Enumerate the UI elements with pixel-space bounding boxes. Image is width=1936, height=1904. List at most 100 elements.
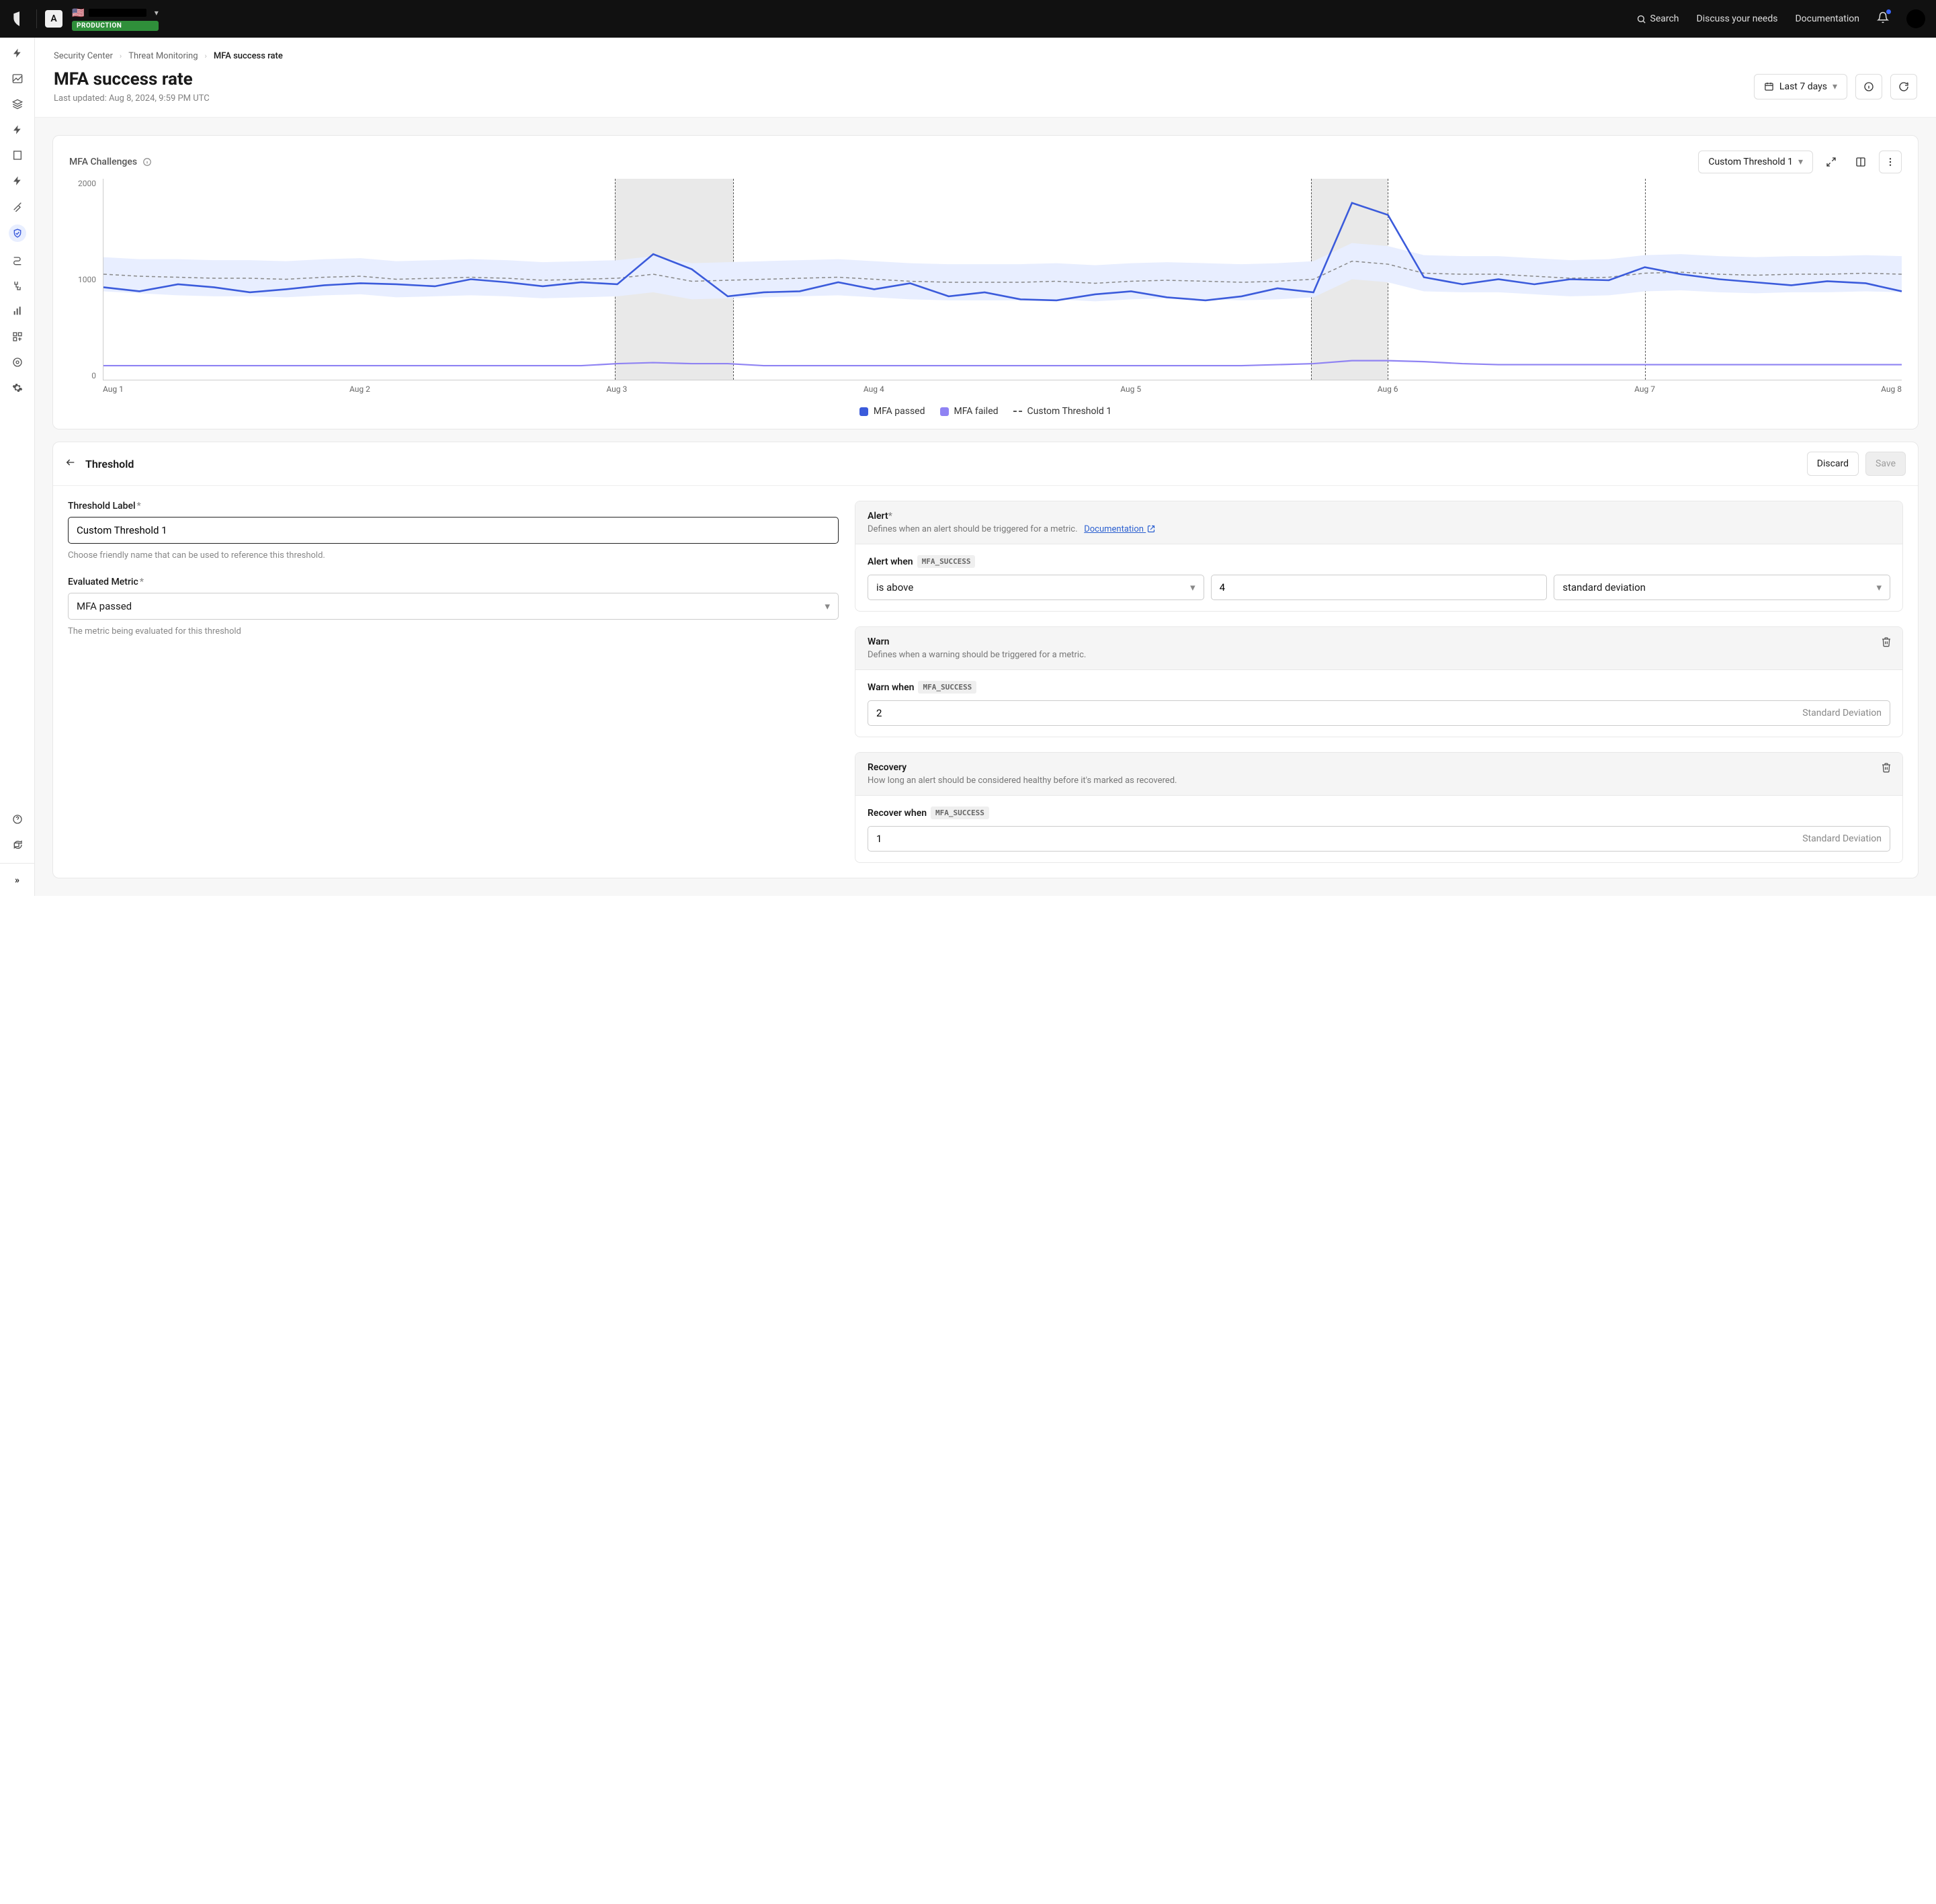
warn-when-label: Warn when [868,682,914,693]
nav-shield-icon[interactable] [9,224,26,242]
warn-value-input-wrap: Standard Deviation [868,700,1890,726]
alert-block-desc: Defines when an alert should be triggere… [868,524,1890,534]
recovery-block-desc: How long an alert should be considered h… [868,776,1890,786]
nav-lightning-icon[interactable] [10,46,25,60]
y-tick: 0 [69,371,96,380]
expand-button[interactable] [1820,151,1843,173]
discuss-link[interactable]: Discuss your needs [1697,13,1778,24]
tenant-name-redacted [89,9,146,17]
threshold-label-field-label: Threshold Label* [68,501,839,511]
env-badge: PRODUCTION [72,21,159,31]
y-tick: 1000 [69,275,96,284]
app-tile[interactable]: A [45,10,62,28]
threshold-select[interactable]: Custom Threshold 1 ▾ [1698,151,1813,173]
save-button: Save [1865,452,1906,476]
alert-block: Alert* Defines when an alert should be t… [855,501,1903,612]
breadcrumb-security-center[interactable]: Security Center [54,51,113,61]
refresh-button[interactable] [1890,74,1917,99]
chevron-down-icon: ▾ [155,8,159,17]
breadcrumb-threat-monitoring[interactable]: Threat Monitoring [128,51,198,61]
sidebar: » [0,38,35,896]
warn-metric-tag: MFA_SUCCESS [918,681,976,694]
alert-when-label: Alert when [868,556,913,567]
x-tick: Aug 8 [1773,384,1902,394]
delete-warn-button[interactable] [1881,636,1892,650]
x-tick: Aug 7 [1516,384,1773,394]
warn-value-input[interactable] [876,707,1802,719]
alert-unit-select[interactable]: standard deviation ▾ [1554,575,1890,600]
legend-failed[interactable]: MFA failed [940,406,999,417]
recover-value-input-wrap: Standard Deviation [868,826,1890,852]
tenant-switcher[interactable]: 🇺🇸 ▾ PRODUCTION [72,7,159,31]
search-button[interactable]: Search [1636,13,1679,24]
nav-help-icon[interactable] [10,812,25,827]
alert-block-title: Alert* [868,511,1890,522]
brand-logo[interactable] [11,10,28,28]
nav-feedback-icon[interactable] [10,837,25,852]
evaluated-metric-select[interactable]: MFA passed ▾ [68,593,839,620]
recovery-block-title: Recovery [868,762,1890,773]
x-tick: Aug 4 [745,384,1002,394]
warn-suffix: Standard Deviation [1802,708,1882,718]
threshold-panel: Threshold Discard Save Threshold Label* … [52,442,1919,878]
legend-threshold[interactable]: Custom Threshold 1 [1013,406,1112,417]
documentation-link[interactable]: Documentation [1795,13,1859,24]
nav-stack-icon[interactable] [10,97,25,112]
chevron-right-icon: › [205,52,207,60]
avatar[interactable] [1906,9,1925,28]
info-button[interactable] [1855,74,1882,99]
recover-when-label: Recover when [868,808,927,819]
evaluated-metric-label: Evaluated Metric* [68,577,839,587]
nav-gear-icon[interactable] [10,380,25,395]
flag-icon: 🇺🇸 [72,7,85,19]
back-button[interactable] [65,457,76,470]
chart-plot[interactable] [103,179,1902,380]
nav-extensions-icon[interactable] [10,329,25,344]
more-button[interactable] [1879,151,1902,173]
page-title: MFA success rate [54,69,210,89]
x-tick: Aug 2 [231,384,488,394]
warn-block-desc: Defines when a warning should be trigger… [868,650,1890,660]
nav-bar-icon[interactable] [10,304,25,319]
nav-brush-icon[interactable] [10,199,25,214]
nav-building-icon[interactable] [10,148,25,163]
nav-chart-icon[interactable] [10,71,25,86]
breadcrumb-current: MFA success rate [214,51,283,61]
delete-recovery-button[interactable] [1881,762,1892,776]
notifications-button[interactable] [1877,11,1889,26]
chevron-down-icon: ▾ [1876,581,1882,593]
threshold-label-input[interactable] [68,517,839,544]
warn-block-title: Warn [868,636,1890,647]
nav-flow-icon[interactable] [10,278,25,293]
alert-comparator-select[interactable]: is above ▾ [868,575,1204,600]
sidebar-expand-button[interactable]: » [10,873,25,888]
x-tick: Aug 3 [489,384,745,394]
chart-title: MFA Challenges [69,157,152,167]
recovery-block: Recovery How long an alert should be con… [855,752,1903,863]
recover-value-input[interactable] [876,833,1802,845]
nav-route-icon[interactable] [10,253,25,267]
discard-button[interactable]: Discard [1807,452,1859,476]
nav-lightning3-icon[interactable] [10,173,25,188]
alert-metric-tag: MFA_SUCCESS [917,555,976,568]
nav-settings-icon[interactable] [10,355,25,370]
columns-button[interactable] [1849,151,1872,173]
chevron-down-icon: ▾ [1798,157,1803,167]
page-subtitle: Last updated: Aug 8, 2024, 9:59 PM UTC [54,93,210,104]
time-range-button[interactable]: Last 7 days ▾ [1754,74,1847,99]
chevron-down-icon: ▾ [1833,81,1837,92]
topbar: A 🇺🇸 ▾ PRODUCTION Search Discuss your ne… [0,0,1936,38]
legend-passed[interactable]: MFA passed [859,406,925,417]
x-tick: Aug 1 [103,384,231,394]
x-tick: Aug 6 [1259,384,1516,394]
chevron-down-icon: ▾ [825,600,830,612]
info-icon[interactable] [142,157,152,167]
alert-value-input[interactable] [1211,575,1548,600]
recover-metric-tag: MFA_SUCCESS [931,806,989,819]
evaluated-metric-helper: The metric being evaluated for this thre… [68,626,839,636]
nav-lightning2-icon[interactable] [10,122,25,137]
chevron-right-icon: › [120,52,122,60]
threshold-label-helper: Choose friendly name that can be used to… [68,550,839,561]
warn-block: Warn Defines when a warning should be tr… [855,626,1903,737]
alert-doc-link[interactable]: Documentation [1084,524,1155,534]
